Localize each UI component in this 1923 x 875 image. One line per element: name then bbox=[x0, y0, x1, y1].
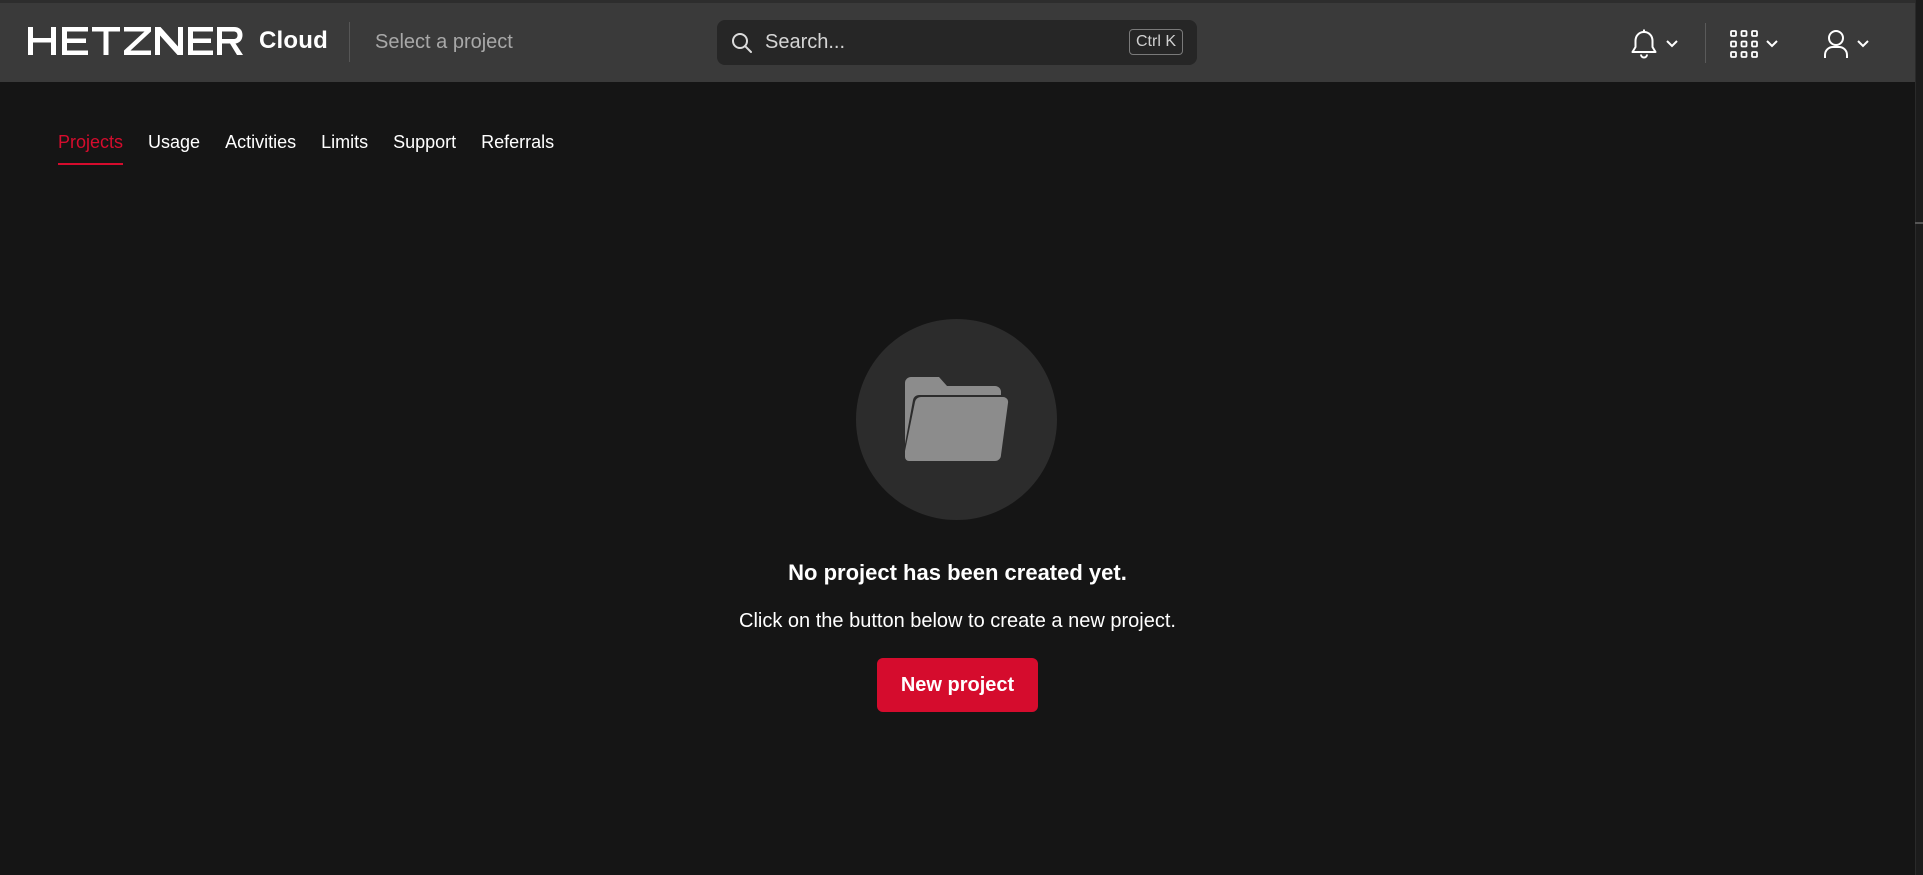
tab-usage[interactable]: Usage bbox=[148, 132, 200, 165]
search-shortcut-hint: Ctrl K bbox=[1129, 29, 1183, 55]
chevron-down-icon bbox=[1857, 40, 1869, 48]
brand[interactable]: Cloud bbox=[28, 27, 328, 55]
header-divider-right bbox=[1705, 23, 1706, 63]
scrollbar-thumb[interactable] bbox=[1915, 222, 1923, 224]
main-tabs: Projects Usage Activities Limits Support… bbox=[58, 132, 579, 165]
tab-referrals[interactable]: Referrals bbox=[481, 132, 554, 165]
search-placeholder: Search... bbox=[765, 31, 846, 53]
tab-projects[interactable]: Projects bbox=[58, 132, 124, 165]
folder-icon bbox=[905, 377, 1009, 461]
user-icon bbox=[1823, 29, 1849, 59]
top-navigation-bar: Cloud Select a project Search... Ctrl K bbox=[0, 0, 1915, 82]
apps-menu-button[interactable] bbox=[1730, 27, 1778, 61]
chevron-down-icon bbox=[1766, 40, 1778, 48]
tab-activities[interactable]: Activities bbox=[225, 132, 296, 165]
tab-support[interactable]: Support bbox=[393, 132, 456, 165]
tab-limits[interactable]: Limits bbox=[321, 132, 368, 165]
header-divider bbox=[349, 22, 350, 62]
page-scrollbar[interactable] bbox=[1915, 0, 1923, 875]
empty-state-title: No project has been created yet. bbox=[788, 560, 1127, 585]
notifications-menu-button[interactable] bbox=[1630, 27, 1678, 61]
bell-icon bbox=[1630, 29, 1658, 59]
global-search[interactable]: Search... Ctrl K bbox=[717, 20, 1197, 65]
brand-product-name: Cloud bbox=[259, 27, 328, 54]
hetzner-logo bbox=[28, 27, 243, 55]
project-selector[interactable]: Select a project bbox=[375, 31, 513, 54]
app-viewport: Cloud Select a project Search... Ctrl K bbox=[0, 0, 1915, 875]
search-icon bbox=[731, 32, 753, 59]
new-project-button[interactable]: New project bbox=[877, 658, 1038, 712]
empty-state-illustration bbox=[856, 319, 1057, 520]
grid-icon bbox=[1730, 30, 1758, 58]
empty-state-description: Click on the button below to create a ne… bbox=[739, 610, 1176, 632]
account-menu-button[interactable] bbox=[1823, 27, 1869, 61]
chevron-down-icon bbox=[1666, 40, 1678, 48]
